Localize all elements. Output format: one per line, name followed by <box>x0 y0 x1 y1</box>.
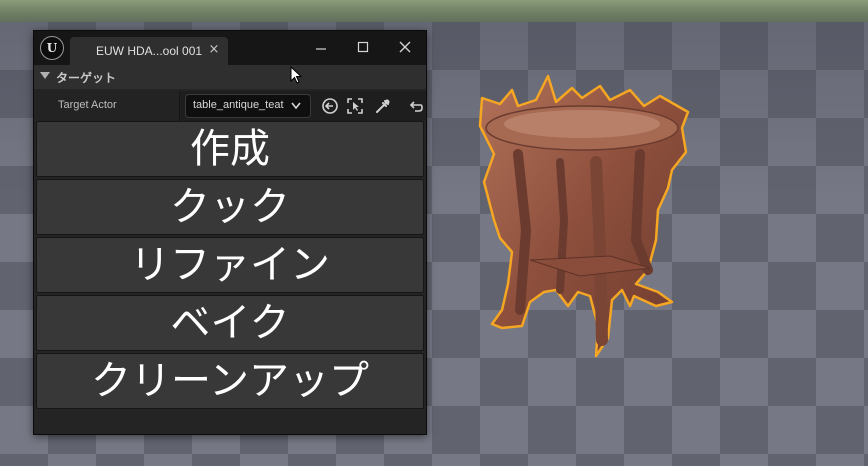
tab-title: EUW HDA...ool 001 <box>96 44 203 58</box>
browse-icon[interactable] <box>346 97 364 115</box>
tab-close-icon[interactable]: × <box>207 42 221 58</box>
chevron-down-icon <box>291 102 301 110</box>
maximize-button[interactable] <box>343 33 383 59</box>
target-actor-value: table_antique_teat <box>193 99 284 111</box>
collapse-arrow-icon <box>40 72 50 79</box>
create-button[interactable]: 作成 <box>36 121 424 177</box>
property-label-cell: Target Actor <box>34 91 180 121</box>
refine-button[interactable]: リファイン <box>36 237 424 293</box>
maximize-icon <box>357 41 369 52</box>
target-actor-dropdown[interactable]: table_antique_teat <box>185 94 311 118</box>
close-button[interactable] <box>385 33 425 59</box>
property-label: Target Actor <box>58 99 117 111</box>
target-actor-property-row: Target Actor table_antique_teat <box>34 91 426 121</box>
cleanup-button[interactable]: クリーンアップ <box>36 353 424 409</box>
mouse-cursor-icon <box>290 66 303 84</box>
minimize-button[interactable] <box>301 33 341 59</box>
eyedropper-icon[interactable] <box>374 97 392 115</box>
reset-icon[interactable] <box>407 97 425 115</box>
section-title: ターゲット <box>56 71 117 85</box>
close-icon <box>399 41 411 52</box>
selected-table-actor[interactable] <box>460 70 700 360</box>
window-body: ターゲット Target Actor table_antique_teat 作成… <box>34 65 426 434</box>
window-title-bar[interactable]: U EUW HDA...ool 001 × <box>34 31 426 65</box>
bake-button[interactable]: ベイク <box>36 295 424 351</box>
use-selected-icon[interactable] <box>321 97 339 115</box>
cook-button[interactable]: クック <box>36 179 424 235</box>
unreal-logo-icon: U <box>40 36 64 60</box>
section-header-target[interactable]: ターゲット <box>34 65 426 89</box>
minimize-icon <box>316 47 326 50</box>
editor-utility-widget-window: U EUW HDA...ool 001 × ターゲット Target Actor… <box>33 30 427 435</box>
window-tab[interactable]: EUW HDA...ool 001 × <box>70 37 228 65</box>
